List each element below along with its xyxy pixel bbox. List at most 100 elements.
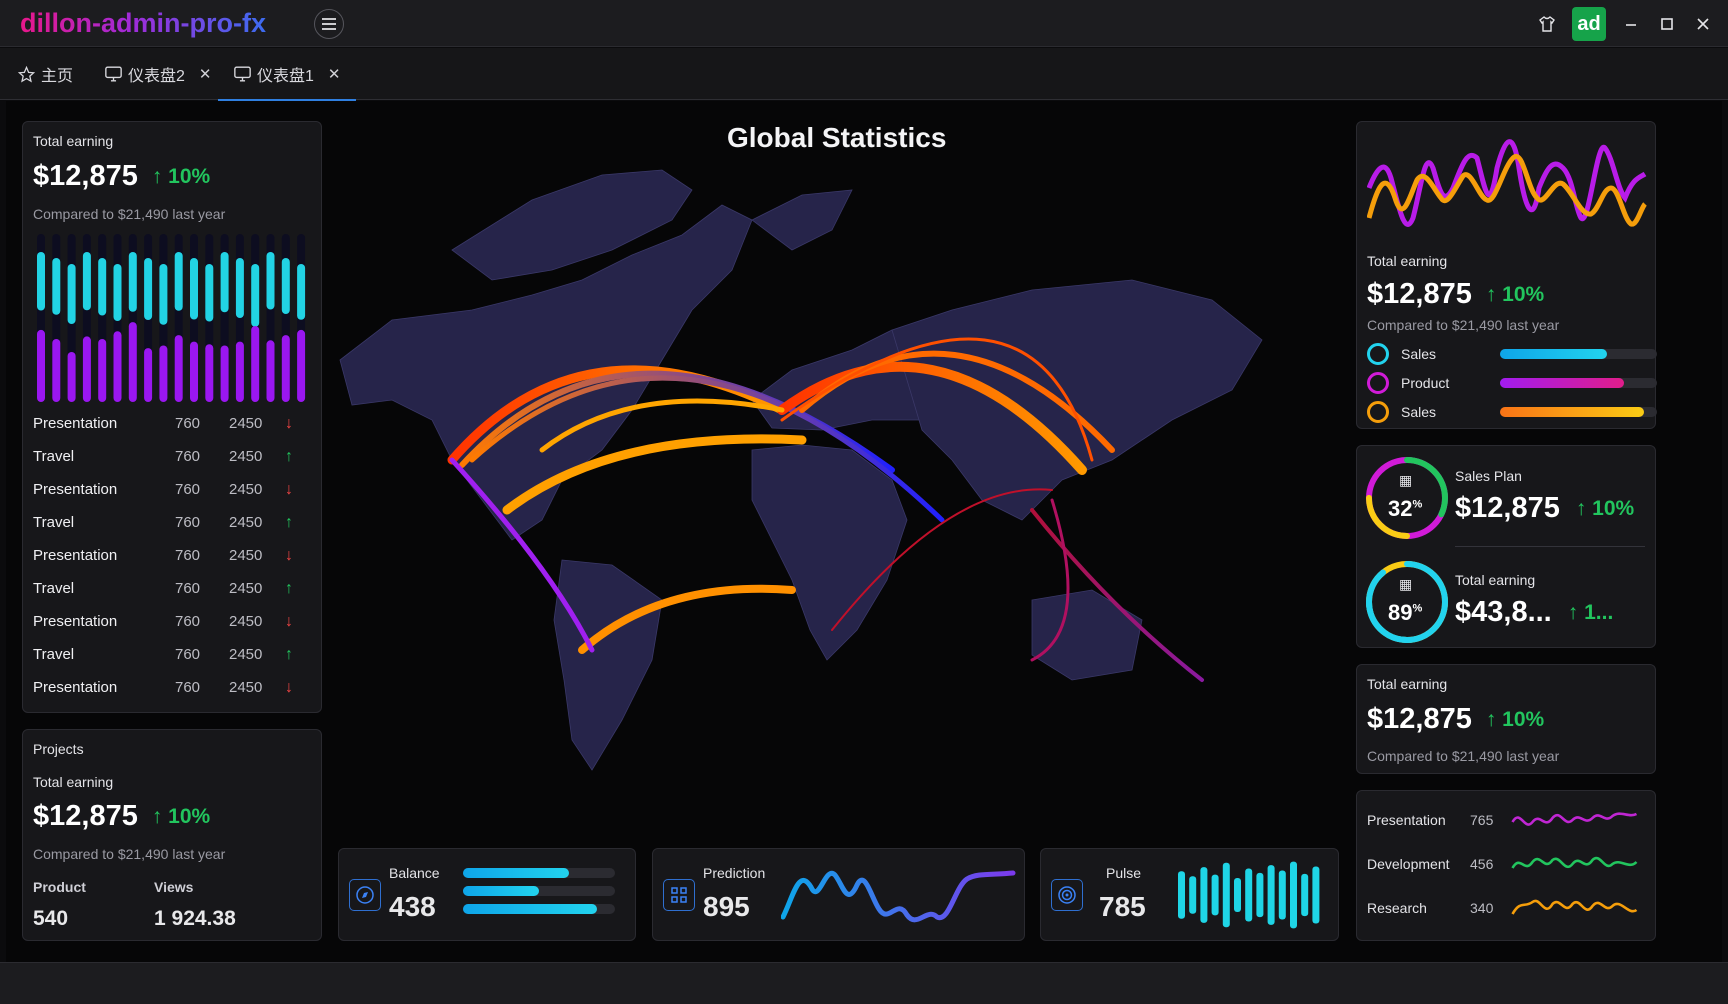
gauge-label: Sales Plan	[1455, 468, 1522, 484]
list-item[interactable]: Travel 760 2450 ↑	[33, 572, 311, 605]
close-button[interactable]	[1692, 13, 1714, 35]
bar-cyan	[144, 258, 153, 320]
item-value2: 2450	[229, 514, 263, 531]
legend-bar-track	[1500, 349, 1657, 359]
item-value2: 2450	[229, 646, 263, 663]
spark-row: Presentation 765	[1367, 803, 1652, 837]
gauge-amount: $12,875	[1455, 492, 1560, 524]
menu-button[interactable]	[314, 9, 344, 39]
pct-value: 10%	[168, 804, 211, 828]
pct-value: 10%	[1592, 496, 1635, 520]
bar-purple	[37, 329, 45, 402]
bar-cyan	[266, 252, 275, 310]
item-name: Travel	[33, 514, 75, 531]
bar-cyan	[52, 258, 61, 315]
bar-cyan	[37, 252, 45, 311]
gauge-amount: $43,8...	[1455, 596, 1552, 628]
bar-purple	[235, 341, 244, 402]
item-value1: 760	[175, 613, 201, 630]
list-item[interactable]: Travel 760 2450 ↑	[33, 440, 311, 473]
spark-label: Presentation	[1367, 812, 1446, 828]
gauge-label: Total earning	[1455, 572, 1536, 588]
pulse-bar	[1267, 865, 1275, 925]
item-value2: 2450	[229, 580, 263, 597]
item-value1: 760	[175, 646, 201, 663]
right-earning-card: Total earning $12,875 ↑ 10% Compared to …	[1356, 664, 1656, 774]
title-bar: dillon-admin-pro-fx ad	[0, 0, 1728, 47]
tab-close-icon[interactable]: ✕	[328, 65, 341, 83]
pulse-bar	[1178, 871, 1185, 919]
minimize-button[interactable]	[1620, 13, 1642, 35]
item-name: Presentation	[33, 547, 118, 564]
bar-cyan	[113, 264, 122, 321]
bar-purple	[52, 339, 61, 402]
spark-value: 456	[1470, 856, 1494, 872]
maximize-button[interactable]	[1656, 13, 1678, 35]
product-label: Product	[33, 879, 86, 895]
list-item[interactable]: Presentation 760 2450 ↓	[33, 671, 311, 704]
tab-dashboard2[interactable]: 仪表盘2 ✕	[105, 48, 211, 100]
minimize-icon	[1626, 24, 1636, 26]
tab-label: 主页	[41, 68, 74, 85]
bar-cyan	[67, 264, 76, 324]
arrow-up-icon: ↑	[285, 513, 293, 531]
pulse-bar	[1222, 862, 1230, 928]
bar-cyan	[251, 264, 260, 327]
pulse-bar	[1312, 866, 1320, 924]
theme-shirt-button[interactable]	[1536, 13, 1558, 35]
sparklines-card: Presentation 765 Development 456 Research 340	[1356, 790, 1656, 941]
sparkline	[1511, 899, 1638, 915]
views-value: 1 924.38	[154, 907, 236, 930]
status-bar	[0, 962, 1728, 1004]
item-value2: 2450	[229, 613, 263, 630]
bar-cyan	[128, 252, 137, 312]
list-item[interactable]: Presentation 760 2450 ↓	[33, 473, 311, 506]
gauges-card: ▦ 32% Sales Plan $12,875 ↑ 10% ▦ 89% Total earn…	[1356, 445, 1656, 648]
card-title: Total earning	[33, 133, 114, 149]
list-item[interactable]: Travel 760 2450 ↑	[33, 506, 311, 539]
bar-purple	[281, 335, 290, 402]
compare-text: Compared to $21,490 last year	[33, 206, 226, 222]
item-name: Travel	[33, 646, 75, 663]
mini-label: Prediction	[703, 865, 766, 881]
projects-subtitle: Total earning	[33, 774, 114, 790]
bar-cyan	[281, 258, 290, 314]
list-item[interactable]: Presentation 760 2450 ↓	[33, 407, 311, 440]
gauge-row: ▦ 32% Sales Plan $12,875 ↑ 10%	[1363, 452, 1651, 544]
arrow-up-icon: ↑	[285, 447, 293, 465]
legend-label: Sales	[1401, 346, 1437, 362]
target-icon	[1051, 879, 1083, 911]
prediction-card: Prediction 895	[652, 848, 1025, 941]
amount: $12,875	[33, 160, 138, 192]
mini-value: 785	[1099, 891, 1146, 922]
list-item[interactable]: Presentation 760 2450 ↓	[33, 605, 311, 638]
bar-cyan	[159, 264, 168, 325]
item-name: Travel	[33, 448, 75, 465]
item-value1: 760	[175, 580, 201, 597]
legend-label: Product	[1401, 375, 1450, 391]
avatar[interactable]: ad	[1572, 7, 1606, 41]
balance-bar-track	[463, 868, 615, 878]
world-map[interactable]	[332, 160, 1347, 820]
trend-up: ↑ 10%	[1485, 707, 1545, 731]
tab-dashboard1[interactable]: 仪表盘1 ✕	[217, 48, 358, 101]
trend-up: ↑ 10%	[1575, 496, 1635, 520]
tab-home[interactable]: 主页	[18, 48, 73, 100]
tab-close-icon[interactable]: ✕	[199, 65, 212, 83]
gauge-percent-sign: %	[1412, 498, 1423, 511]
pulse-bar	[1200, 867, 1208, 923]
views-label: Views	[154, 879, 194, 895]
arrow-up-icon: ↑	[285, 645, 293, 663]
legend-item: Product	[1367, 371, 1657, 395]
item-value2: 2450	[229, 547, 263, 564]
legend-bar-track	[1500, 378, 1657, 388]
sparkline	[1511, 856, 1638, 869]
star-icon	[18, 65, 35, 83]
maximize-icon	[1661, 18, 1673, 30]
list-item[interactable]: Presentation 760 2450 ↓	[33, 539, 311, 572]
item-value2: 2450	[229, 481, 263, 498]
card-title: Total earning	[1367, 676, 1448, 692]
list-item[interactable]: Travel 760 2450 ↑	[33, 638, 311, 671]
item-name: Presentation	[33, 613, 118, 630]
item-name: Presentation	[33, 481, 118, 498]
